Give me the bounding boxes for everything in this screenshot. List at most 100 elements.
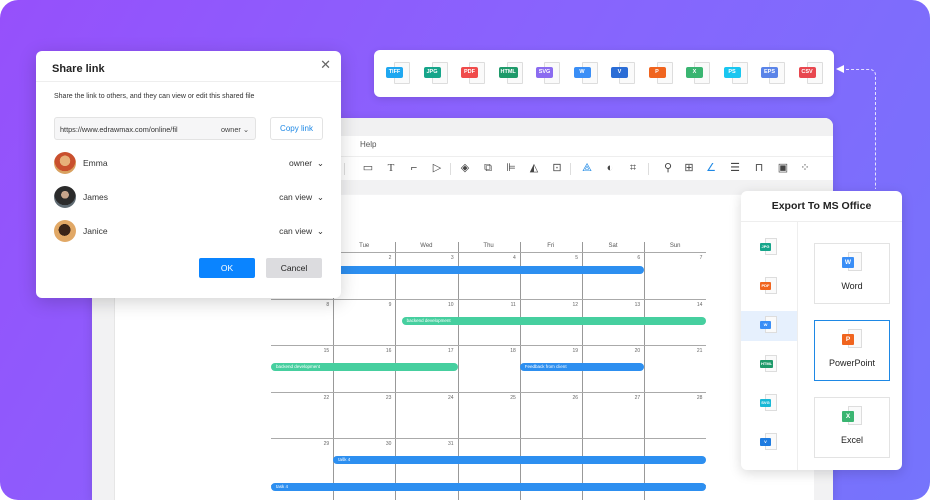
flip-icon[interactable]: ◭ <box>527 161 541 175</box>
format-eps-button[interactable]: EPS <box>761 62 787 86</box>
format-svg-button[interactable]: SVG <box>536 62 562 86</box>
user-role-select[interactable]: can view ⌄ <box>279 226 324 237</box>
export-side-item-svg[interactable]: SVG <box>741 389 797 419</box>
calendar-event[interactable]: backend development <box>401 316 707 325</box>
weekday-header: Tue <box>359 243 370 249</box>
user-row: James can view ⌄ <box>54 186 324 210</box>
day-number: 10 <box>448 301 454 308</box>
find-replace-icon[interactable]: ⊞ <box>682 161 696 175</box>
day-number: 5 <box>575 255 578 261</box>
user-role-value: can view <box>279 226 313 236</box>
format-badge: P <box>648 67 666 78</box>
calendar-event[interactable]: Feedback from client <box>519 363 645 371</box>
group-icon[interactable]: ⧉ <box>481 161 495 175</box>
format-p-button[interactable]: P <box>648 62 675 86</box>
calendar-row-line <box>271 298 707 300</box>
export-side-item-w[interactable]: W <box>741 311 797 341</box>
export-excel-card[interactable]: X Excel <box>814 397 890 458</box>
format-ps-button[interactable]: PS <box>723 62 750 86</box>
rectangle-icon[interactable]: ▭ <box>361 161 375 175</box>
size-icon[interactable]: ⊡ <box>550 161 564 175</box>
weekday-header: Thu <box>483 243 494 249</box>
line-style-icon[interactable]: ☰ <box>728 161 742 175</box>
day-number: 6 <box>637 255 641 261</box>
align-icon[interactable]: ⊫ <box>504 161 518 175</box>
format-x-button[interactable]: X <box>686 62 712 86</box>
crop-icon[interactable]: ⌗ <box>626 161 640 175</box>
toolbar-separator <box>648 163 649 175</box>
day-number: 18 <box>510 348 516 354</box>
format-v-button[interactable]: V <box>611 62 637 86</box>
format-badge: V <box>611 67 628 78</box>
day-number: 9 <box>388 301 392 308</box>
format-badge: HTML <box>760 360 774 368</box>
user-role-select[interactable]: can view ⌄ <box>279 192 324 203</box>
format-badge: TIFF <box>386 67 403 78</box>
export-powerpoint-card[interactable]: P PowerPoint <box>814 320 890 381</box>
calendar-event[interactable] <box>333 266 645 274</box>
fill-color-icon[interactable]: ⟁ <box>580 161 594 175</box>
line-color-icon[interactable]: ∠ <box>704 161 718 175</box>
arrow-head-icon <box>836 65 844 73</box>
search-icon[interactable]: ⚲ <box>661 161 675 175</box>
link-permission-select[interactable]: owner ⌄ <box>221 125 249 134</box>
avatar <box>54 152 76 174</box>
word-icon: W <box>842 257 854 268</box>
connector-icon[interactable]: ⌐ <box>407 161 421 175</box>
day-number: 22 <box>323 394 330 401</box>
export-divider <box>741 221 902 222</box>
ok-button[interactable]: OK <box>199 258 255 278</box>
calendar-event[interactable]: backend development <box>271 363 458 371</box>
export-word-card[interactable]: W Word <box>814 243 890 304</box>
card-label: Word <box>841 281 863 291</box>
weekday-header: Fri <box>547 243 555 249</box>
card-label: PowerPoint <box>828 358 876 368</box>
toolbar-separator <box>570 163 571 175</box>
day-number: 16 <box>385 348 392 354</box>
calendar-row-line <box>271 438 707 439</box>
format-tiff-button[interactable]: TIFF <box>386 62 412 86</box>
cancel-button[interactable]: Cancel <box>266 258 322 278</box>
day-number: 4 <box>513 255 516 261</box>
calendar-event[interactable]: task 4 <box>271 482 707 491</box>
export-side-item-jpg[interactable]: JPG <box>741 233 797 263</box>
format-pdf-button[interactable]: PDF <box>461 62 487 86</box>
card-label: Excel <box>840 435 863 445</box>
frame-icon[interactable]: ▣ <box>776 161 790 175</box>
shape-style-icon[interactable]: ◐ <box>603 161 617 175</box>
format-w-button[interactable]: W <box>573 62 600 86</box>
user-role-select[interactable]: owner ⌄ <box>289 158 324 169</box>
text-icon[interactable]: T <box>384 161 398 175</box>
calendar-event[interactable]: tašk 4 <box>333 456 707 464</box>
avatar <box>54 220 76 242</box>
day-number: 2 <box>388 255 392 261</box>
share-link-field[interactable]: https://www.edrawmax.com/online/fil owne… <box>54 117 256 140</box>
chevron-down-icon: ⌄ <box>242 125 249 134</box>
toolbar-separator <box>450 163 451 175</box>
share-link-url[interactable]: https://www.edrawmax.com/online/fil <box>60 125 178 134</box>
format-badge: JPG <box>423 67 441 78</box>
menu-help[interactable]: Help <box>360 140 376 149</box>
calendar-row-line <box>271 345 707 346</box>
pointer-icon[interactable]: ▷ <box>430 161 444 175</box>
close-icon[interactable]: ✕ <box>320 57 331 73</box>
day-number: 20 <box>634 348 641 354</box>
format-html-button[interactable]: HTML <box>498 62 525 86</box>
day-number: 24 <box>448 394 454 401</box>
user-name: Janice <box>83 226 108 236</box>
lock-icon[interactable]: ⊓ <box>752 161 766 175</box>
format-badge: SVG <box>536 67 553 78</box>
layers-icon[interactable]: ◈ <box>458 161 472 175</box>
export-side-item-pdf[interactable]: PDF <box>741 272 797 302</box>
export-side-item-html[interactable]: HTML <box>741 350 797 380</box>
day-number: 23 <box>385 394 392 401</box>
copy-link-button[interactable]: Copy link <box>270 117 323 140</box>
chevron-down-icon: ⌄ <box>316 158 324 168</box>
dialog-title: Share link <box>52 63 105 75</box>
link-permission-value: owner <box>220 125 241 134</box>
format-jpg-button[interactable]: JPG <box>423 62 450 86</box>
day-number: 21 <box>696 348 703 354</box>
export-side-item-v[interactable]: V <box>741 428 797 458</box>
format-csv-button[interactable]: CSV <box>798 62 825 86</box>
more-icon[interactable]: ⁘ <box>798 161 812 175</box>
